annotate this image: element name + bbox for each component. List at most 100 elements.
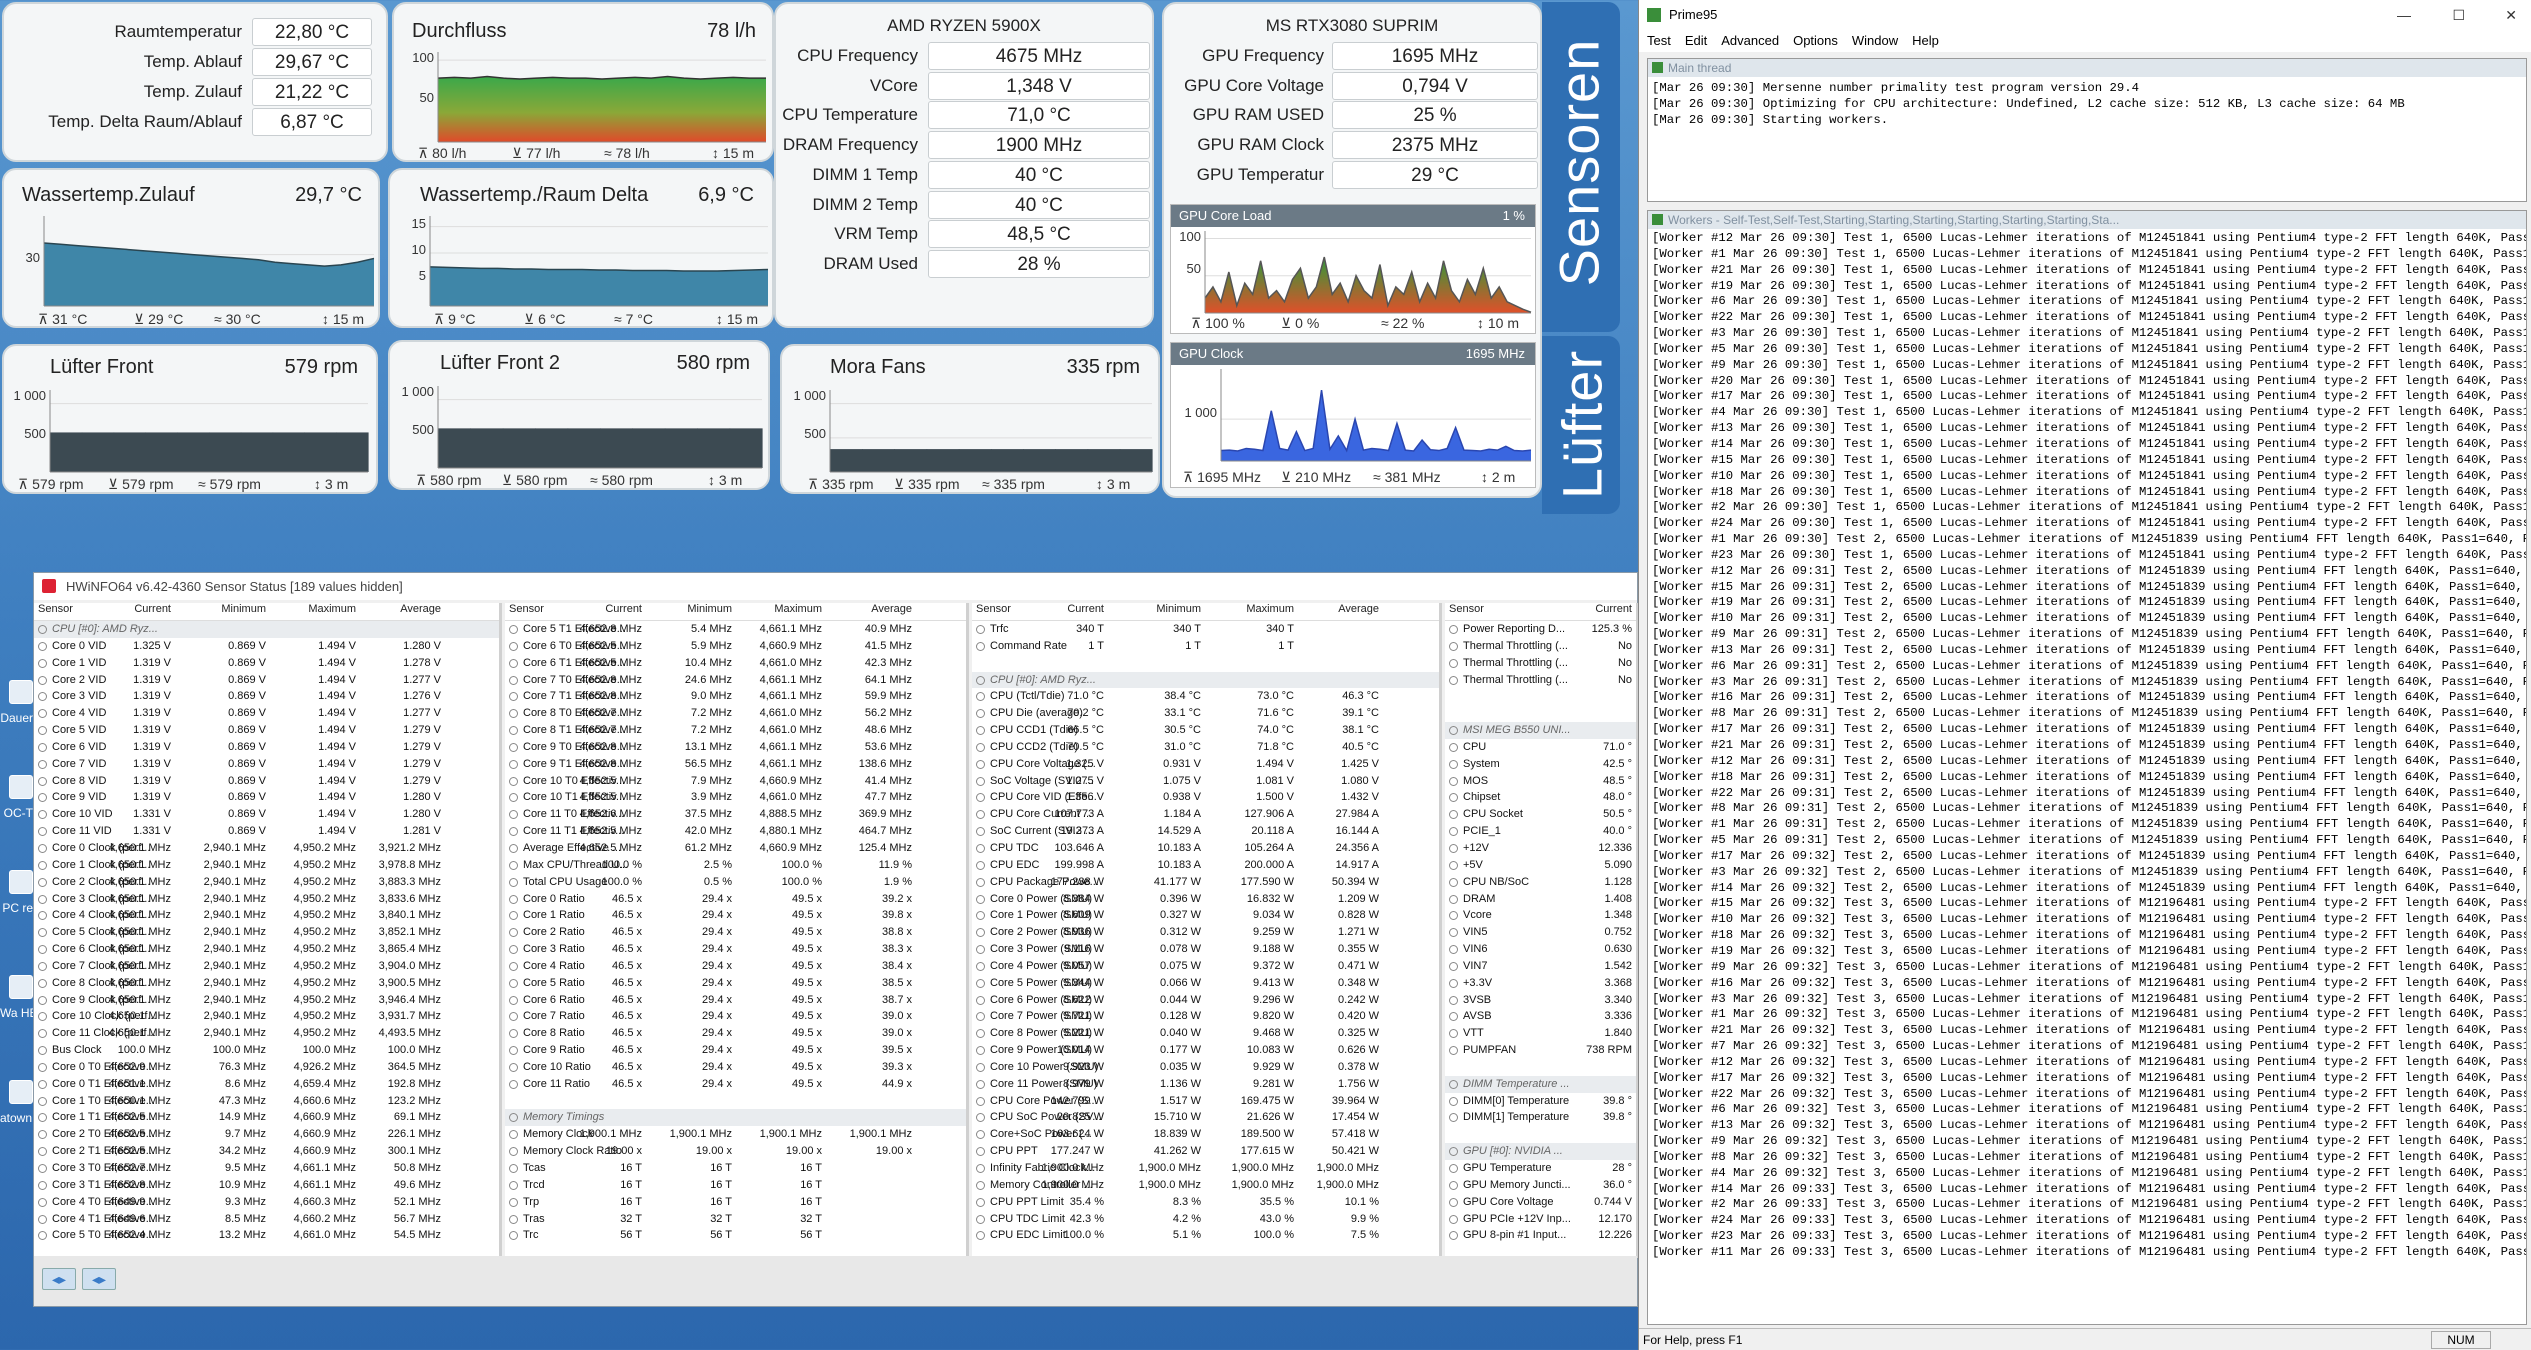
table-row[interactable]: DIMM Temperature ... [1445, 1075, 1636, 1093]
table-row[interactable]: CPU SoC Power (SV... 20.825 W 15.710 W 21.6… [972, 1109, 1439, 1126]
table-row[interactable]: GPU Core Voltage 0.744 V [1445, 1194, 1636, 1211]
table-row[interactable]: Core 3 Power (SMU) 9.116 W 0.078 W 9.188 W0… [972, 941, 1439, 958]
table-row[interactable]: +12V 12.336 [1445, 840, 1636, 857]
table-row[interactable]: Core 8 Clock (perf... 4,650.1 MHz 2,940.1 … [34, 975, 499, 992]
table-row[interactable]: Core 4 Power (SMU) 9.057 W 0.075 W 9.372 W0… [972, 958, 1439, 975]
prime95-titlebar[interactable]: Prime95 — ☐ ✕ [1639, 0, 2531, 30]
table-row[interactable]: CPU PPT Limit 35.4 % 8.3 % 35.5 % 10.1 % [972, 1194, 1439, 1211]
table-row[interactable]: CPU CCD2 (Tdie) 70.5 °C 31.0 °C 71.8 °C 40.5… [972, 739, 1439, 756]
header-current[interactable]: Current [605, 603, 642, 615]
table-row[interactable]: Core 10 T0 Effectiv... 4,652.5 MHz 7.9 MHz… [505, 773, 966, 790]
desktop-icon-pc[interactable]: PC re [0, 870, 33, 940]
table-row[interactable]: CPU [#0]: AMD Ryz... [34, 621, 499, 638]
table-row[interactable]: Core 5 T0 Effective... 4,652.4 MHz 13.2 MH… [34, 1227, 499, 1244]
table-row[interactable]: Core 9 Power (SMU) 10.014 W 0.177 W 10.083 … [972, 1042, 1439, 1059]
header-minimum[interactable]: Minimum [1156, 603, 1201, 615]
table-row[interactable] [1445, 1059, 1636, 1076]
table-row[interactable]: VIN7 1.542 [1445, 958, 1636, 975]
table-row[interactable]: Core 3 VID 1.319 V 0.869 V 1.494 V 1.276 V [34, 688, 499, 705]
table-row[interactable]: Core 1 Power (SMU) 8.609 W 0.327 W 9.034 W0… [972, 907, 1439, 924]
table-row[interactable]: VIN6 0.630 [1445, 941, 1636, 958]
menu-advanced[interactable]: Advanced [1721, 33, 1779, 48]
table-row[interactable]: GPU PCIe +12V Inp... 12.170 [1445, 1211, 1636, 1228]
table-row[interactable]: Core 8 Power (SMU) 9.221 W 0.040 W 9.468 W0… [972, 1025, 1439, 1042]
table-row[interactable]: Average Effective ... 4,652.5 MHz 61.2 MHz… [505, 840, 966, 857]
table-row[interactable]: Tras 32 T 32 T 32 T [505, 1211, 966, 1228]
table-row[interactable]: Chipset 48.0 ° [1445, 789, 1636, 806]
table-row[interactable]: Core 11 Power (SMU) 8.979 W 1.136 W 9.281 W… [972, 1076, 1439, 1093]
nav-forward-button[interactable]: ◂▸ [82, 1268, 116, 1290]
table-row[interactable]: CPU EDC 199.998 A 10.183 A 200.000 A 14.917 … [972, 857, 1439, 874]
table-row[interactable]: Trp 16 T 16 T 16 T [505, 1194, 966, 1211]
table-row[interactable]: Vcore 1.348 [1445, 907, 1636, 924]
table-row[interactable]: DIMM[1] Temperature 39.8 ° [1445, 1109, 1636, 1126]
table-row[interactable]: Core 11 Clock (perf... 4,650.1 MHz 2,940.1… [34, 1025, 499, 1042]
table-row[interactable]: +5V 5.090 [1445, 857, 1636, 874]
table-row[interactable]: Trfc 340 T 340 T 340 T [972, 621, 1439, 638]
maximize-icon[interactable]: ☐ [2452, 0, 2465, 30]
table-row[interactable] [505, 1093, 966, 1110]
table-row[interactable]: Core 3 Clock (perf... 4,650.1 MHz 2,940.1 … [34, 891, 499, 908]
header-minimum[interactable]: Minimum [221, 603, 266, 615]
table-row[interactable]: Thermal Throttling (... No [1445, 672, 1636, 689]
table-row[interactable]: Core 10 VID 1.331 V 0.869 V 1.494 V 1.280 V [34, 806, 499, 823]
table-row[interactable]: CPU TDC Limit 42.3 % 4.2 % 43.0 % 9.9 % [972, 1211, 1439, 1228]
table-row[interactable]: Core 3 T1 Effective... 4,652.8 MHz 10.9 MH… [34, 1177, 499, 1194]
table-row[interactable]: Memory Clock Ratio 19.00 x 19.00 x 19.00 x1… [505, 1143, 966, 1160]
table-row[interactable]: Core 5 Clock (perf... 4,650.1 MHz 2,940.1 … [34, 924, 499, 941]
table-row[interactable]: DRAM 1.408 [1445, 891, 1636, 908]
table-row[interactable]: Core 1 VID 1.319 V 0.869 V 1.494 V 1.278 V [34, 655, 499, 672]
table-row[interactable]: Core 1 Clock (perf... 4,650.1 MHz 2,940.1 … [34, 857, 499, 874]
table-row[interactable]: Core 5 VID 1.319 V 0.869 V 1.494 V 1.279 V [34, 722, 499, 739]
table-row[interactable] [972, 655, 1439, 672]
table-row[interactable]: CPU Package Powe... 177.238 W 41.177 W 177.… [972, 874, 1439, 891]
table-row[interactable]: Core 0 Power (SMU) 8.384 W 0.396 W 16.832 W… [972, 891, 1439, 908]
table-row[interactable]: Core 9 T1 Effective... 4,652.8 MHz 56.5 MH… [505, 756, 966, 773]
table-row[interactable]: Core 9 Ratio 46.5 x 29.4 x 49.5 x 39.5 x [505, 1042, 966, 1059]
table-row[interactable]: Core 0 T0 Effective... 4,652.9 MHz 76.3 MH… [34, 1059, 499, 1076]
table-row[interactable]: Core 7 T1 Effective... 4,652.8 MHz 9.0 MHz… [505, 688, 966, 705]
table-row[interactable]: CPU TDC 103.646 A 10.183 A 105.264 A 24.356 … [972, 840, 1439, 857]
table-row[interactable]: GPU 8-pin #1 Input... 12.226 [1445, 1227, 1636, 1244]
table-row[interactable]: Bus Clock 100.0 MHz 100.0 MHz 100.0 MHz 100.… [34, 1042, 499, 1059]
header-minimum[interactable]: Minimum [687, 603, 732, 615]
table-row[interactable]: VTT 1.840 [1445, 1025, 1636, 1042]
header-sensor[interactable]: Sensor [509, 603, 544, 615]
table-row[interactable]: Core 0 Clock (perf... 4,650.1 MHz 2,940.1 … [34, 840, 499, 857]
desktop-icon-dauer[interactable]: Dauer [0, 680, 33, 750]
table-row[interactable]: Core 8 Ratio 46.5 x 29.4 x 49.5 x 39.0 x [505, 1025, 966, 1042]
table-row[interactable]: Core 9 VID 1.319 V 0.869 V 1.494 V 1.280 V [34, 789, 499, 806]
table-row[interactable]: Core 7 Clock (perf... 4,650.1 MHz 2,940.1 … [34, 958, 499, 975]
table-row[interactable]: MOS 48.5 ° [1445, 773, 1636, 790]
table-row[interactable]: Core 5 T1 Effective... 4,652.8 MHz 5.4 MHz… [505, 621, 966, 638]
table-row[interactable]: Core 10 Power (SMU) 9.923 W 0.035 W 9.929 W… [972, 1059, 1439, 1076]
header-sensor[interactable]: Sensor [38, 603, 73, 615]
table-row[interactable]: CPU CCD1 (Tdie) 66.5 °C 30.5 °C 74.0 °C 38.1… [972, 722, 1439, 739]
nav-back-button[interactable]: ◂▸ [42, 1268, 76, 1290]
table-row[interactable] [1445, 688, 1636, 705]
table-row[interactable]: Core 11 T0 Effectiv... 4,652.6 MHz 37.5 MH… [505, 806, 966, 823]
table-row[interactable]: CPU EDC Limit 100.0 % 5.1 % 100.0 % 7.5 % [972, 1227, 1439, 1244]
menu-edit[interactable]: Edit [1685, 33, 1707, 48]
table-row[interactable]: +3.3V 3.368 [1445, 975, 1636, 992]
table-row[interactable]: System 42.5 ° [1445, 756, 1636, 773]
table-row[interactable]: Core 2 Ratio 46.5 x 29.4 x 49.5 x 38.8 x [505, 924, 966, 941]
table-row[interactable]: Memory Controller ... 1,900.0 MHz 1,900.0 … [972, 1177, 1439, 1194]
table-row[interactable]: Tcas 16 T 16 T 16 T [505, 1160, 966, 1177]
table-row[interactable]: Max CPU/Thread U... 100.0 % 2.5 % 100.0 % 11… [505, 857, 966, 874]
table-row[interactable]: AVSB 3.336 [1445, 1008, 1636, 1025]
table-row[interactable]: CPU Core Current ... 107.773 A 1.184 A 127.… [972, 806, 1439, 823]
header-average[interactable]: Average [1338, 603, 1379, 615]
header-current[interactable]: Current [1067, 603, 1104, 615]
table-row[interactable]: Core 9 T0 Effective... 4,652.8 MHz 13.1 MH… [505, 739, 966, 756]
table-row[interactable]: Memory Clock 1,900.1 MHz 1,900.1 MHz 1,900.… [505, 1126, 966, 1143]
table-row[interactable]: Core 3 T0 Effective... 4,652.7 MHz 9.5 MHz… [34, 1160, 499, 1177]
table-row[interactable]: Core 1 Ratio 46.5 x 29.4 x 49.5 x 39.8 x [505, 907, 966, 924]
table-row[interactable] [1445, 705, 1636, 722]
table-row[interactable]: PCIE_1 40.0 ° [1445, 823, 1636, 840]
hwinfo-titlebar[interactable]: HWiNFO64 v6.42-4360 Sensor Status [189 v… [34, 573, 1637, 600]
table-row[interactable]: Core 7 Power (SMU) 9.721 W 0.128 W 9.820 W0… [972, 1008, 1439, 1025]
header-average[interactable]: Average [871, 603, 912, 615]
table-row[interactable]: CPU NB/SoC 1.128 [1445, 874, 1636, 891]
table-row[interactable]: GPU Temperature 28 ° [1445, 1160, 1636, 1177]
